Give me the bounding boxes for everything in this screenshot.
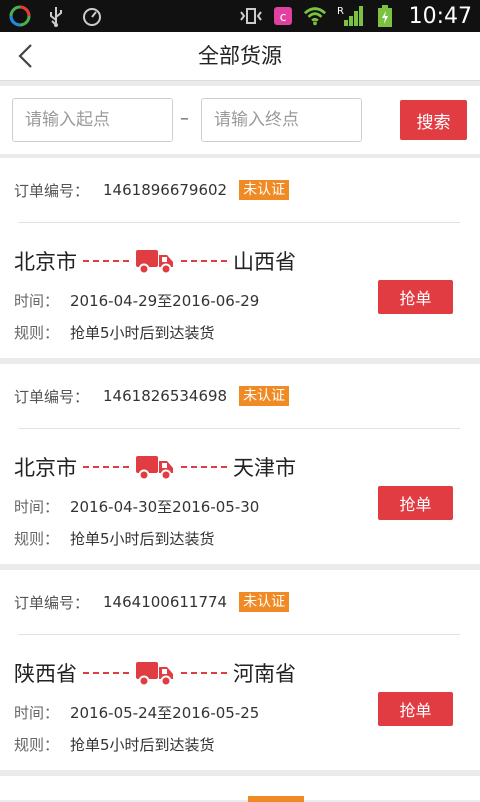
time-row: 时间： 2016-04-30至2016-05-30 xyxy=(14,496,259,517)
time-value: 2016-04-30至2016-05-30 xyxy=(70,498,260,516)
order-card-partial xyxy=(0,776,480,802)
rule-row: 规则： 抢单5小时后到达装货 xyxy=(14,734,215,755)
route-dashes xyxy=(181,672,227,674)
rule-value: 抢单5小时后到达装货 xyxy=(70,736,215,754)
origin-city: 陕西省 xyxy=(14,662,77,686)
order-number-label: 订单编号： xyxy=(14,593,90,612)
time-value: 2016-04-29至2016-06-29 xyxy=(70,292,260,310)
app-notification-icon: c xyxy=(271,4,295,28)
unverified-badge-partial xyxy=(248,796,304,802)
route-dashes xyxy=(83,672,129,674)
usb-icon xyxy=(44,4,68,28)
grab-order-button[interactable]: 抢单 xyxy=(378,486,453,520)
unverified-badge: 未认证 xyxy=(239,592,290,612)
route-dashes xyxy=(83,466,129,468)
end-location-input[interactable] xyxy=(201,98,362,142)
rule-value: 抢单5小时后到达装货 xyxy=(70,530,215,548)
origin-city: 北京市 xyxy=(14,456,77,480)
search-bar: – 搜索 xyxy=(0,86,480,154)
order-number: 1461896679602 xyxy=(103,181,228,199)
order-number: 1464100611774 xyxy=(103,593,228,611)
order-card: 订单编号： 1464100611774 未认证 陕西省 河南省 时间： 2016… xyxy=(0,570,480,770)
vibrate-icon xyxy=(239,4,263,28)
divider xyxy=(18,222,460,223)
route-dashes xyxy=(181,466,227,468)
destination-city: 河南省 xyxy=(233,662,296,686)
unverified-badge: 未认证 xyxy=(239,180,290,200)
start-location-input[interactable] xyxy=(12,98,173,142)
rule-label: 规则： xyxy=(14,530,60,548)
rule-row: 规则： 抢单5小时后到达装货 xyxy=(14,322,215,343)
svg-text:c: c xyxy=(279,10,286,24)
unverified-badge: 未认证 xyxy=(239,386,290,406)
grab-order-button[interactable]: 抢单 xyxy=(378,280,453,314)
order-number-row: 订单编号： 1461826534698 未认证 xyxy=(14,384,290,408)
speedometer-icon xyxy=(80,4,104,28)
divider xyxy=(18,428,460,429)
route: 陕西省 河南省 xyxy=(14,656,296,690)
nav-bar: 全部货源 xyxy=(0,32,480,81)
rule-label: 规则： xyxy=(14,324,60,342)
roaming-label: R xyxy=(337,6,344,17)
search-button[interactable]: 搜索 xyxy=(400,100,467,140)
clock: 10:47 xyxy=(408,3,472,29)
rule-row: 规则： 抢单5小时后到达装货 xyxy=(14,528,215,549)
destination-city: 山西省 xyxy=(233,250,296,274)
order-number-label: 订单编号： xyxy=(14,387,90,406)
status-notifications xyxy=(8,4,104,28)
route: 北京市 山西省 xyxy=(14,244,296,278)
origin-city: 北京市 xyxy=(14,250,77,274)
route-dashes xyxy=(83,260,129,262)
app-sync-icon xyxy=(8,4,32,28)
grab-order-button[interactable]: 抢单 xyxy=(378,692,453,726)
route-dashes xyxy=(181,260,227,262)
order-number: 1461826534698 xyxy=(103,387,228,405)
signal-icon: R xyxy=(335,4,365,28)
order-number-row: 订单编号： 1461896679602 未认证 xyxy=(14,178,290,202)
status-bar: c R 10:47 xyxy=(0,0,480,32)
truck-icon xyxy=(135,659,175,687)
order-card: 订单编号： 1461826534698 未认证 北京市 天津市 时间： 2016… xyxy=(0,364,480,564)
time-row: 时间： 2016-05-24至2016-05-25 xyxy=(14,702,259,723)
truck-icon xyxy=(135,453,175,481)
status-indicators: c R 10:47 xyxy=(239,0,472,32)
page-title: 全部货源 xyxy=(198,44,282,68)
order-number-label: 订单编号： xyxy=(14,181,90,200)
time-label: 时间： xyxy=(14,704,60,722)
order-card: 订单编号： 1461896679602 未认证 北京市 山西省 时间： 2016… xyxy=(0,158,480,358)
range-separator: – xyxy=(180,108,189,129)
rule-label: 规则： xyxy=(14,736,60,754)
order-number-row: 订单编号： 1464100611774 未认证 xyxy=(14,590,290,614)
rule-value: 抢单5小时后到达装货 xyxy=(70,324,215,342)
time-label: 时间： xyxy=(14,498,60,516)
divider xyxy=(18,634,460,635)
battery-icon xyxy=(373,4,397,28)
time-value: 2016-05-24至2016-05-25 xyxy=(70,704,260,722)
destination-city: 天津市 xyxy=(233,456,296,480)
wifi-icon xyxy=(303,4,327,28)
time-label: 时间： xyxy=(14,292,60,310)
route: 北京市 天津市 xyxy=(14,450,296,484)
truck-icon xyxy=(135,247,175,275)
time-row: 时间： 2016-04-29至2016-06-29 xyxy=(14,290,259,311)
